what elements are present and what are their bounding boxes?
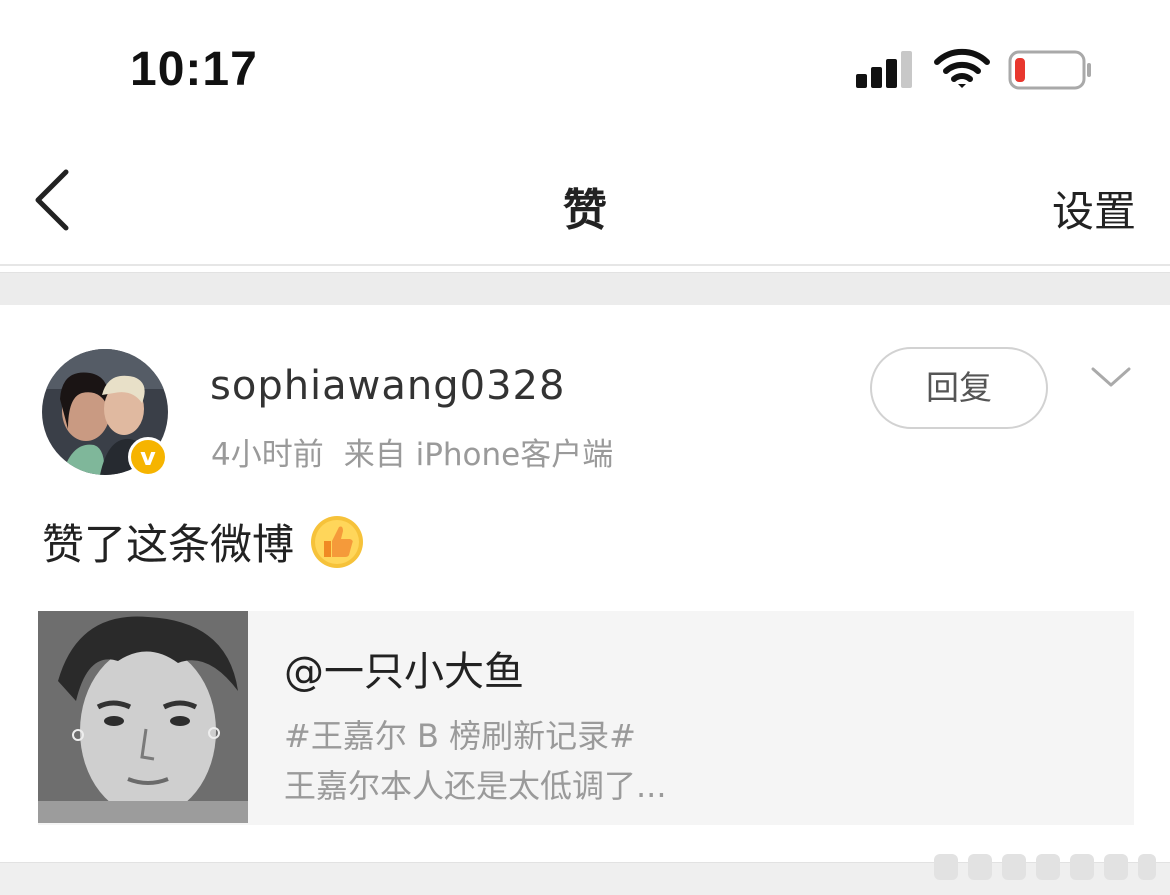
- quoted-post[interactable]: @一只小大鱼 #王嘉尔 B 榜刷新记录# 王嘉尔本人还是太低调了...: [38, 611, 1134, 825]
- reply-button[interactable]: 回复: [870, 347, 1048, 429]
- quoted-post-author: @一只小大鱼: [284, 649, 524, 695]
- like-notification-card: v sophiawang0328 4小时前 来自 iPhone客户端 回复 赞了这…: [0, 305, 1170, 861]
- quoted-post-thumbnail: [38, 611, 248, 823]
- like-text-label: 赞了这条微博: [42, 520, 295, 569]
- post-time: 4小时前: [211, 437, 324, 473]
- verified-badge-icon: v: [128, 437, 168, 477]
- section-gap: [0, 272, 1170, 306]
- username[interactable]: sophiawang0328: [210, 363, 565, 409]
- thumbs-up-emoji-icon: [311, 515, 364, 568]
- battery-low-icon: [1008, 50, 1091, 90]
- status-time: 10:17: [130, 43, 258, 96]
- status-bar: 10:17: [0, 0, 1170, 130]
- like-text: 赞了这条微博: [42, 511, 364, 572]
- navigation-bar: 赞 设置: [0, 140, 1170, 264]
- post-source: 来自 iPhone客户端: [343, 437, 614, 473]
- settings-button[interactable]: 设置: [1052, 178, 1136, 239]
- wifi-icon: [934, 48, 990, 88]
- quoted-post-topic: #王嘉尔 B 榜刷新记录#: [284, 717, 636, 755]
- divider: [0, 264, 1170, 266]
- chevron-down-icon[interactable]: [1090, 363, 1132, 393]
- quoted-post-excerpt: 王嘉尔本人还是太低调了...: [284, 767, 667, 805]
- cellular-signal-icon: [856, 50, 914, 88]
- page-title: 赞: [563, 185, 607, 236]
- post-meta: 4小时前 来自 iPhone客户端: [211, 429, 613, 474]
- watermark-stripes-icon: [934, 854, 1156, 880]
